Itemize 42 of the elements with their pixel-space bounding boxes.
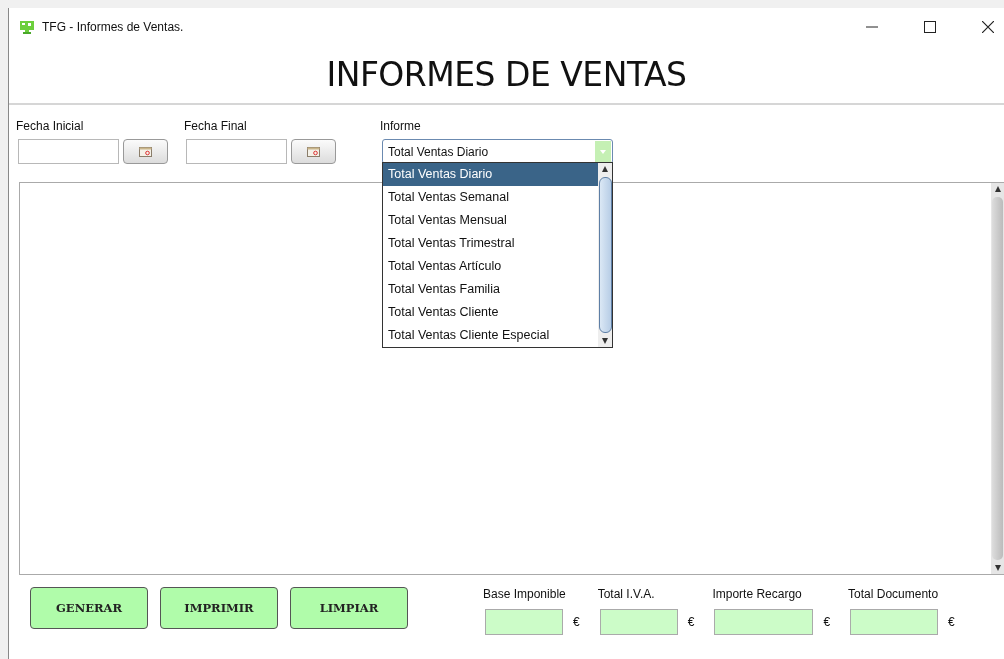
date-field[interactable] <box>18 139 119 164</box>
dropdown-option[interactable]: Total Ventas Mensual <box>383 209 598 232</box>
dropdown-option[interactable]: Total Ventas Diario <box>383 163 598 186</box>
scrollbar[interactable] <box>598 163 612 347</box>
action-button[interactable]: IMPRIMIR <box>160 587 278 629</box>
action-button[interactable]: LIMPIAR <box>290 587 408 629</box>
report-dropdown[interactable]: Total Ventas Diario <box>382 139 613 164</box>
total-field[interactable] <box>850 609 939 635</box>
currency-symbol: € <box>948 615 955 629</box>
scroll-thumb[interactable] <box>598 177 612 333</box>
total-field[interactable] <box>599 609 678 635</box>
total-label: Total I.V.A. <box>597 587 656 601</box>
total-field[interactable] <box>485 609 563 635</box>
close-icon[interactable] <box>982 21 994 33</box>
calendar-button[interactable] <box>123 139 168 164</box>
field-label: Informe <box>380 119 422 133</box>
field-label: Fecha Final <box>184 119 248 133</box>
currency-symbol: € <box>687 615 695 629</box>
field-label: Fecha Inicial <box>16 119 85 133</box>
calendar-button[interactable] <box>291 139 336 164</box>
currency-symbol: € <box>823 615 831 629</box>
dropdown-option[interactable]: Total Ventas Semanal <box>383 186 598 209</box>
date-field[interactable] <box>186 139 287 164</box>
scrollbar[interactable] <box>991 183 1004 574</box>
dropdown-option[interactable]: Total Ventas Cliente <box>383 301 598 324</box>
dropdown-option[interactable]: Total Ventas Cliente Especial <box>383 324 598 347</box>
dropdown-option[interactable]: Total Ventas Familia <box>383 278 598 301</box>
dropdown-option[interactable]: Total Ventas Artículo <box>383 255 598 278</box>
currency-symbol: € <box>573 615 580 629</box>
scroll-thumb[interactable] <box>992 197 1003 560</box>
calendar-icon <box>307 146 320 157</box>
total-label: Base Imponible <box>483 587 567 601</box>
total-label: Importe Recargo <box>712 587 803 601</box>
monitor-icon <box>20 20 34 34</box>
calendar-icon <box>139 146 152 157</box>
action-button[interactable]: GENERAR <box>30 587 148 629</box>
report-heading: INFORMES DE VENTAS <box>326 55 687 94</box>
total-field[interactable] <box>714 609 814 635</box>
total-label: Total Documento <box>848 587 940 601</box>
maximize-icon[interactable] <box>924 21 936 33</box>
dropdown-option[interactable]: Total Ventas Trimestral <box>383 232 598 255</box>
window-title: TFG - Informes de Ventas. <box>42 20 184 34</box>
